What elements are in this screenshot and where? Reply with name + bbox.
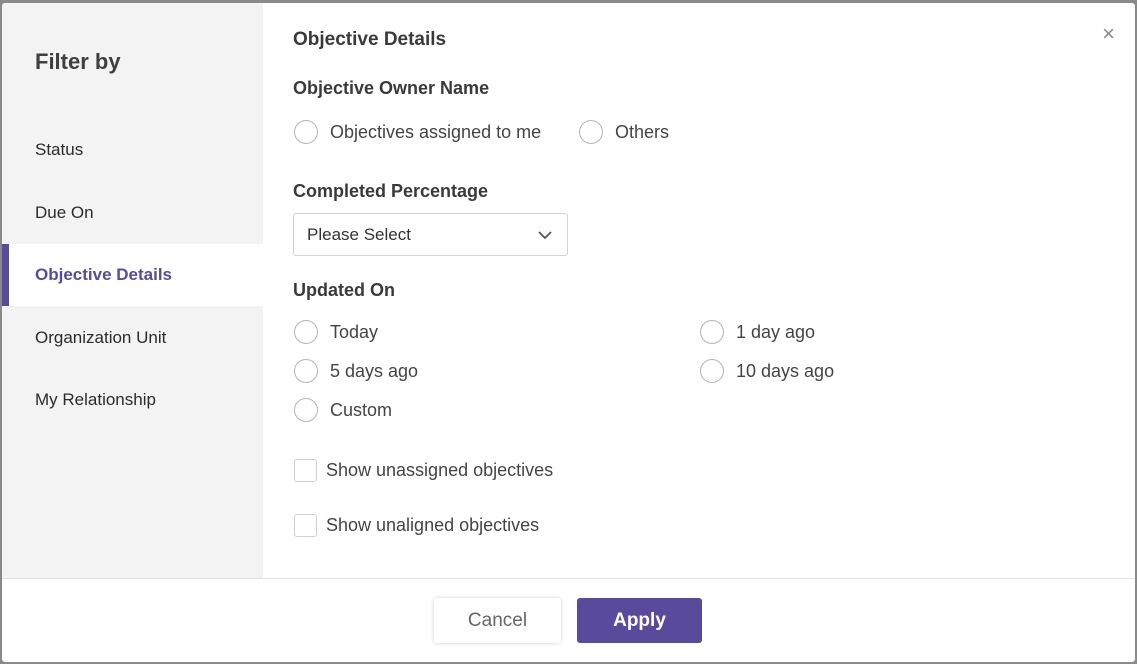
checkbox-label: Show unassigned objectives xyxy=(326,460,554,480)
checkbox-label: Show unaligned objectives xyxy=(326,515,540,535)
radio-circle[interactable] xyxy=(700,320,724,344)
checkbox-box[interactable] xyxy=(294,459,317,482)
checkbox-box[interactable] xyxy=(294,514,317,537)
updated-on-label: Updated On xyxy=(293,280,395,300)
checkbox-show-unaligned[interactable]: Show unaligned objectives xyxy=(294,514,539,537)
sidebar-title: Filter by xyxy=(35,49,121,74)
radio-label: Today xyxy=(330,321,379,342)
radio-5-days-ago[interactable]: 5 days ago xyxy=(294,359,418,383)
radio-label: Others xyxy=(615,121,670,142)
radio-today[interactable]: Today xyxy=(294,320,378,344)
chevron-down-icon xyxy=(538,230,552,239)
sidebar-item-organization-unit[interactable]: Organization Unit xyxy=(2,307,263,369)
radio-10-days-ago[interactable]: 10 days ago xyxy=(700,359,834,383)
filter-dialog: Filter by Status Due On Objective Detail… xyxy=(2,3,1135,662)
owner-label: Objective Owner Name xyxy=(293,78,490,98)
radio-label: 10 days ago xyxy=(736,360,835,381)
radio-1-day-ago[interactable]: 1 day ago xyxy=(700,320,815,344)
cancel-button[interactable]: Cancel xyxy=(434,598,561,643)
close-icon[interactable]: × xyxy=(1102,23,1115,45)
radio-custom[interactable]: Custom xyxy=(294,398,392,422)
checkbox-show-unassigned[interactable]: Show unassigned objectives xyxy=(294,459,553,482)
radio-label: Custom xyxy=(330,399,393,420)
radio-label: Objectives assigned to me xyxy=(330,121,542,142)
section-title: Objective Details xyxy=(293,29,447,50)
sidebar-item-objective-details[interactable]: Objective Details xyxy=(2,244,263,306)
apply-button[interactable]: Apply xyxy=(577,598,702,643)
radio-others[interactable]: Others xyxy=(579,120,669,144)
completed-percentage-label: Completed Percentage xyxy=(293,181,489,201)
radio-circle[interactable] xyxy=(700,359,724,383)
footer-divider xyxy=(2,578,1135,579)
radio-label: 1 day ago xyxy=(736,321,816,342)
completed-percentage-select[interactable]: Please Select xyxy=(293,213,568,256)
radio-circle[interactable] xyxy=(294,359,318,383)
sidebar-item-due-on[interactable]: Due On xyxy=(2,182,263,244)
radio-objectives-assigned-to-me[interactable]: Objectives assigned to me xyxy=(294,120,541,144)
select-value: Please Select xyxy=(307,224,411,244)
sidebar-item-my-relationship[interactable]: My Relationship xyxy=(2,369,263,431)
radio-label: 5 days ago xyxy=(330,360,419,381)
radio-circle[interactable] xyxy=(294,320,318,344)
sidebar-item-status[interactable]: Status xyxy=(2,119,263,181)
radio-circle[interactable] xyxy=(294,120,318,144)
filter-sidebar: Filter by Status Due On Objective Detail… xyxy=(2,3,263,578)
radio-circle[interactable] xyxy=(294,398,318,422)
radio-circle[interactable] xyxy=(579,120,603,144)
